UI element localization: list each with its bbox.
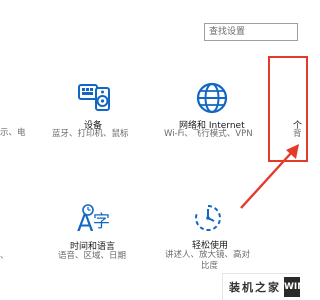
watermark-logo-icon: WIN	[284, 277, 300, 297]
watermark-text: 装机之家	[229, 281, 281, 294]
watermark-badge: 装机之家 WIN	[222, 273, 300, 300]
annotation-arrow	[240, 144, 299, 209]
